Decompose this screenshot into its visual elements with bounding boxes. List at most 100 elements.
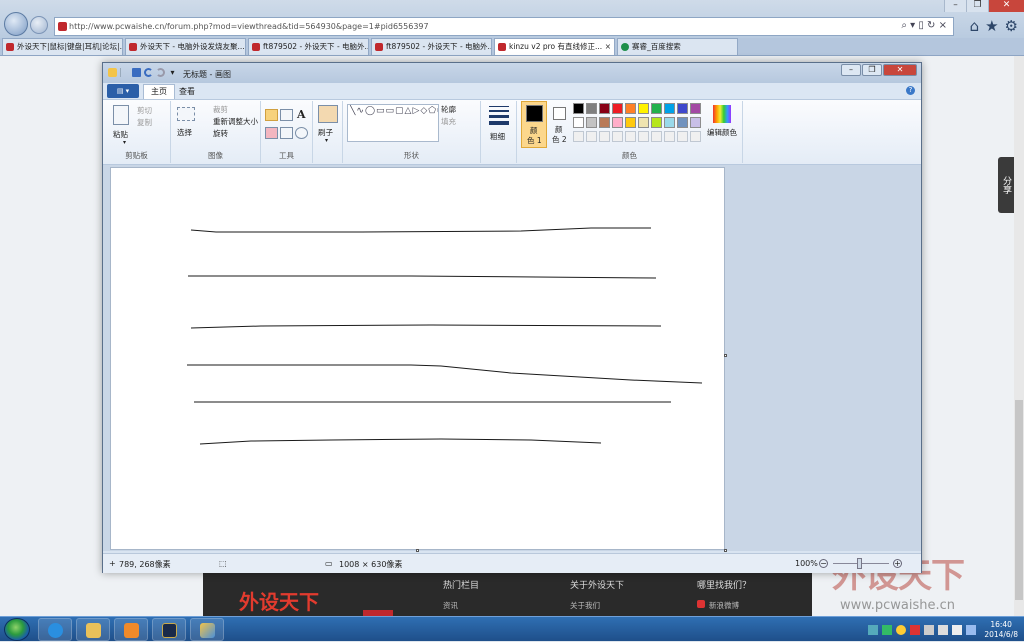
browser-tab[interactable]: ft879502 - 外设天下 - 电脑外... bbox=[248, 38, 369, 55]
tray-app-icon[interactable] bbox=[868, 624, 879, 635]
restore-button[interactable]: ❐ bbox=[966, 0, 988, 12]
favorites-star-icon[interactable]: ★ bbox=[985, 17, 998, 35]
palette-swatch[interactable] bbox=[625, 103, 636, 114]
size-icon[interactable] bbox=[489, 121, 509, 125]
browser-tab[interactable]: 外设天下 - 电脑外设发烧友聚... bbox=[125, 38, 246, 55]
resize-handle-right[interactable] bbox=[724, 354, 727, 357]
tray-security-icon[interactable] bbox=[882, 624, 893, 635]
volume-icon[interactable] bbox=[952, 624, 963, 635]
home-icon[interactable]: ⌂ bbox=[970, 17, 980, 35]
palette-swatch[interactable] bbox=[690, 131, 701, 142]
zoom-in-button[interactable]: + bbox=[893, 559, 902, 568]
palette-swatch[interactable] bbox=[690, 103, 701, 114]
palette-swatch[interactable] bbox=[573, 103, 584, 114]
color1-selector[interactable]: 颜 色 1 bbox=[521, 101, 547, 148]
palette-swatch[interactable] bbox=[573, 117, 584, 128]
paint-maximize-button[interactable]: ❐ bbox=[862, 64, 882, 76]
palette-swatch[interactable] bbox=[573, 131, 584, 142]
color2-selector[interactable]: 颜 色 2 bbox=[549, 101, 571, 148]
tab-close-icon[interactable]: × bbox=[605, 39, 611, 55]
palette-swatch[interactable] bbox=[677, 117, 688, 128]
network-icon[interactable] bbox=[938, 624, 949, 635]
browser-tab[interactable]: 外设天下|鼠标|键盘|耳机|论坛|... bbox=[2, 38, 123, 55]
select-icon[interactable] bbox=[177, 107, 195, 121]
palette-swatch[interactable] bbox=[690, 117, 701, 128]
palette-swatch[interactable] bbox=[612, 131, 623, 142]
palette-swatch[interactable] bbox=[612, 103, 623, 114]
palette-swatch[interactable] bbox=[677, 131, 688, 142]
tray-app2-icon[interactable] bbox=[896, 624, 907, 635]
share-button[interactable]: 分享 bbox=[998, 157, 1014, 213]
address-tools-icon[interactable]: ⌕ ▾ ▯ ↻ × bbox=[901, 20, 947, 31]
address-bar[interactable]: http://www.pcwaishe.cn/forum.php?mod=vie… bbox=[54, 17, 954, 36]
palette-swatch[interactable] bbox=[638, 117, 649, 128]
rotate-button[interactable]: 旋转 bbox=[213, 128, 228, 139]
resize-handle-corner[interactable] bbox=[724, 549, 727, 552]
footer-link-about[interactable]: 关于我们 bbox=[570, 600, 600, 611]
palette-swatch[interactable] bbox=[677, 103, 688, 114]
palette-swatch[interactable] bbox=[586, 117, 597, 128]
eraser-icon[interactable] bbox=[265, 127, 278, 139]
crop-button[interactable]: 裁剪 bbox=[213, 104, 228, 115]
footer-link-news[interactable]: 资讯 bbox=[443, 600, 458, 611]
browser-tab[interactable]: ft879502 - 外设天下 - 电脑外... bbox=[371, 38, 492, 55]
outline-button[interactable]: 轮廓 bbox=[441, 104, 456, 115]
palette-swatch[interactable] bbox=[651, 131, 662, 142]
start-button[interactable] bbox=[4, 618, 30, 641]
paste-icon[interactable] bbox=[113, 105, 129, 125]
palette-swatch[interactable] bbox=[599, 131, 610, 142]
close-button[interactable]: ✕ bbox=[988, 0, 1024, 12]
tray-app3-icon[interactable] bbox=[910, 624, 921, 635]
taskbar-media[interactable] bbox=[114, 618, 148, 641]
save-icon[interactable] bbox=[132, 68, 141, 77]
browser-tab[interactable]: 赛睿_百度搜索 bbox=[617, 38, 738, 55]
undo-icon[interactable] bbox=[144, 68, 153, 77]
palette-swatch[interactable] bbox=[664, 117, 675, 128]
forward-button[interactable] bbox=[30, 16, 48, 34]
palette-swatch[interactable] bbox=[625, 117, 636, 128]
paint-close-button[interactable]: ✕ bbox=[883, 64, 917, 76]
cut-button[interactable]: 剪切 bbox=[137, 105, 152, 116]
palette-swatch[interactable] bbox=[612, 117, 623, 128]
taskbar-ie[interactable] bbox=[38, 618, 72, 641]
palette-swatch[interactable] bbox=[664, 103, 675, 114]
copy-button[interactable]: 复制 bbox=[137, 117, 152, 128]
minimize-button[interactable]: – bbox=[944, 0, 966, 12]
browser-tab-active[interactable]: kinzu v2 pro 有直线修正... × bbox=[494, 38, 615, 55]
input-method-icon[interactable] bbox=[966, 624, 977, 635]
magnifier-icon[interactable] bbox=[295, 127, 308, 139]
palette-swatch[interactable] bbox=[638, 131, 649, 142]
taskbar-game[interactable] bbox=[152, 618, 186, 641]
edit-colors-label[interactable]: 编辑颜色 bbox=[707, 127, 737, 138]
zoom-out-button[interactable]: − bbox=[819, 559, 828, 568]
palette-swatch[interactable] bbox=[599, 103, 610, 114]
edit-colors-icon[interactable] bbox=[713, 105, 731, 123]
help-icon[interactable]: ? bbox=[906, 86, 915, 95]
footer-link-weibo[interactable]: 新浪微博 bbox=[709, 600, 739, 611]
tab-home[interactable]: 主页 bbox=[143, 84, 175, 99]
clock[interactable]: 16:40 2014/6/8 bbox=[984, 620, 1018, 640]
back-button[interactable] bbox=[4, 12, 28, 36]
palette-swatch[interactable] bbox=[586, 103, 597, 114]
palette-swatch[interactable] bbox=[651, 103, 662, 114]
redo-icon[interactable] bbox=[156, 68, 165, 77]
palette-swatch[interactable] bbox=[638, 103, 649, 114]
paint-minimize-button[interactable]: – bbox=[841, 64, 861, 76]
palette-swatch[interactable] bbox=[586, 131, 597, 142]
resize-handle-bottom[interactable] bbox=[416, 549, 419, 552]
palette-swatch[interactable] bbox=[651, 117, 662, 128]
zoom-slider-thumb[interactable] bbox=[857, 558, 862, 569]
palette-swatch[interactable] bbox=[664, 131, 675, 142]
customize-chevron-icon[interactable]: ▾ bbox=[168, 68, 177, 77]
taskbar-explorer[interactable] bbox=[76, 618, 110, 641]
tab-view[interactable]: 查看 bbox=[179, 86, 195, 97]
palette-swatch[interactable] bbox=[625, 131, 636, 142]
resize-button[interactable]: 重新调整大小 bbox=[213, 116, 258, 127]
taskbar-paint[interactable] bbox=[190, 618, 224, 641]
color-picker-icon[interactable] bbox=[280, 127, 293, 139]
scrollbar-thumb[interactable] bbox=[1015, 400, 1023, 600]
brush-icon[interactable] bbox=[318, 105, 338, 123]
fill-button[interactable]: 填充 bbox=[441, 116, 456, 127]
drawing-canvas[interactable] bbox=[110, 167, 725, 550]
palette-swatch[interactable] bbox=[599, 117, 610, 128]
